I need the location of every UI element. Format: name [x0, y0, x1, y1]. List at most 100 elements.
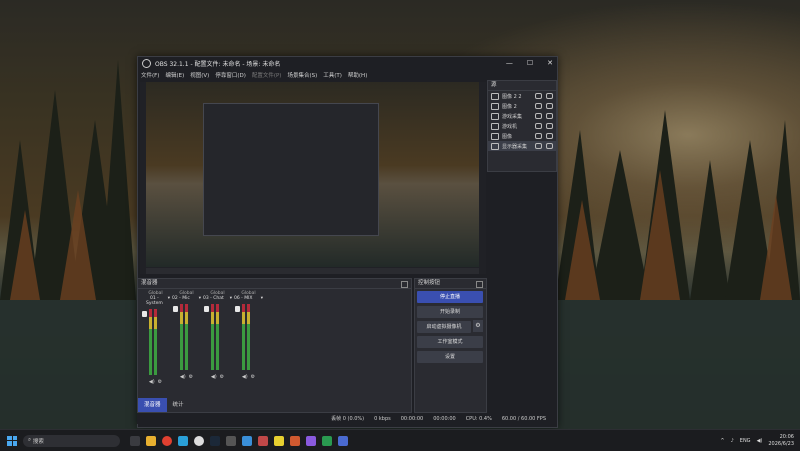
visibility-icon[interactable]: [535, 103, 542, 109]
preview-canvas[interactable]: [140, 82, 486, 274]
speaker-icon[interactable]: ◀): [149, 379, 155, 385]
edge-icon[interactable]: [178, 435, 188, 446]
undock-icon[interactable]: [476, 281, 483, 288]
app-icon[interactable]: [258, 435, 268, 446]
chevron-down-icon[interactable]: ▾: [168, 296, 170, 306]
mixer-channel: Global 06 - MIX ▾ ◀) ⚙: [234, 291, 263, 385]
preview-display: [146, 82, 479, 267]
tab-stats[interactable]: 统计: [167, 398, 190, 412]
start-record-button[interactable]: 开始录制: [417, 306, 483, 318]
menu-help[interactable]: 帮助(H): [348, 71, 367, 79]
lock-icon[interactable]: [546, 143, 553, 149]
volume-icon[interactable]: ◀): [757, 438, 763, 444]
menu-file[interactable]: 文件(F): [141, 71, 159, 79]
volume-slider[interactable]: [142, 311, 147, 317]
gear-icon[interactable]: ⚙: [473, 320, 483, 332]
lock-icon[interactable]: [546, 133, 553, 139]
language-indicator[interactable]: ENG: [740, 438, 751, 444]
virtual-camera-button[interactable]: 启动虚拟摄像机: [417, 321, 471, 333]
lock-icon[interactable]: [546, 93, 553, 99]
app-icon[interactable]: [306, 435, 316, 446]
system-tray: ^ ♪ ENG ◀) 20:06 2026/6/23: [720, 434, 800, 448]
mixer-channel: Global 03 - Chat ▾ ◀) ⚙: [203, 291, 232, 385]
source-item[interactable]: 游戏采集: [488, 111, 556, 121]
level-meter: [211, 304, 214, 370]
visibility-icon[interactable]: [535, 143, 542, 149]
volume-slider[interactable]: [204, 306, 209, 312]
app-icon[interactable]: [290, 435, 300, 446]
level-meter: [242, 304, 245, 370]
source-item[interactable]: 图像: [488, 131, 556, 141]
chevron-down-icon[interactable]: ▾: [261, 296, 263, 301]
settings-icon[interactable]: ⚙: [251, 374, 255, 380]
fps: 60.00 / 60.00 FPS: [501, 415, 546, 422]
speaker-icon[interactable]: ◀): [180, 374, 186, 380]
source-label: 游戏机: [502, 123, 518, 130]
settings-icon[interactable]: ⚙: [189, 374, 193, 380]
visibility-icon[interactable]: [535, 133, 542, 139]
title-bar: OBS 32.1.1 - 配置文件: 未命名 - 场景: 未命名 — ☐ ✕: [138, 57, 557, 69]
app-icon[interactable]: [242, 435, 252, 446]
settings-icon[interactable]: ⚙: [158, 379, 162, 385]
menu-profile[interactable]: 配置文件(P): [252, 71, 282, 79]
chevron-down-icon[interactable]: ▾: [230, 296, 232, 301]
app-icon[interactable]: [274, 435, 284, 446]
obs-taskbar-icon[interactable]: [194, 435, 204, 446]
menu-scene-collection[interactable]: 场景集合(S): [287, 71, 317, 79]
lock-icon[interactable]: [546, 113, 553, 119]
source-item[interactable]: 显示器采集: [488, 141, 556, 151]
studio-mode-button[interactable]: 工作室模式: [417, 336, 483, 348]
source-item[interactable]: 游戏机: [488, 121, 556, 131]
minimize-button[interactable]: —: [506, 59, 513, 67]
lock-icon[interactable]: [546, 123, 553, 129]
speaker-icon[interactable]: ◀): [211, 374, 217, 380]
clock[interactable]: 20:06 2026/6/23: [768, 434, 794, 448]
microphone-icon[interactable]: ♪: [731, 438, 734, 444]
app-icon[interactable]: [226, 435, 236, 446]
menu-tools[interactable]: 工具(T): [323, 71, 342, 79]
channel-name: 03 - Chat: [203, 296, 224, 301]
start-icon[interactable]: [7, 435, 17, 446]
chevron-up-icon[interactable]: ^: [720, 438, 724, 444]
visibility-icon[interactable]: [535, 123, 542, 129]
image-icon: [491, 102, 499, 110]
chrome-icon[interactable]: [162, 435, 172, 446]
visibility-icon[interactable]: [535, 93, 542, 99]
channel-name: 02 - Mic: [172, 296, 190, 301]
file-explorer-icon[interactable]: [146, 435, 156, 446]
mixer-header: 混音器: [138, 279, 411, 289]
clock-date: 2026/6/23: [768, 440, 794, 447]
speaker-icon[interactable]: ◀): [242, 374, 248, 380]
menu-edit[interactable]: 编辑(E): [165, 71, 184, 79]
task-view-icon[interactable]: [130, 435, 140, 446]
obs-logo-icon: [142, 58, 151, 68]
tab-mixer[interactable]: 混音器: [138, 398, 167, 412]
settings-icon[interactable]: ⚙: [220, 374, 224, 380]
source-item[interactable]: 图像 2 2: [488, 91, 556, 101]
menu-bar: 文件(F) 编辑(E) 视图(V) 停靠窗口(D) 配置文件(P) 场景集合(S…: [138, 69, 557, 80]
lock-icon[interactable]: [546, 103, 553, 109]
stream-time: 00:00:00: [400, 415, 424, 422]
stop-stream-button[interactable]: 停止直播: [417, 291, 483, 303]
steam-icon[interactable]: [210, 435, 220, 446]
controls-dock: 控制按钮 停止直播 开始录制 启动虚拟摄像机 ⚙ 工作室模式 设置: [414, 278, 487, 413]
settings-button[interactable]: 设置: [417, 351, 483, 363]
menu-docks[interactable]: 停靠窗口(D): [215, 71, 246, 79]
chevron-down-icon[interactable]: ▾: [199, 296, 201, 301]
undock-icon[interactable]: [401, 281, 408, 288]
controls-title: 控制按钮: [418, 280, 441, 286]
app-icon[interactable]: [322, 435, 332, 446]
maximize-button[interactable]: ☐: [527, 59, 533, 67]
volume-slider[interactable]: [235, 306, 240, 312]
app-icon[interactable]: [338, 435, 348, 446]
level-meter: [247, 304, 250, 370]
volume-slider[interactable]: [173, 306, 178, 312]
image-icon: [491, 92, 499, 100]
visibility-icon[interactable]: [535, 113, 542, 119]
close-button[interactable]: ✕: [547, 59, 553, 67]
level-meter: [216, 304, 219, 370]
taskbar-search[interactable]: ⌕ 搜索: [23, 434, 120, 447]
source-item[interactable]: 图像 2: [488, 101, 556, 111]
level-meter: [149, 309, 152, 375]
menu-view[interactable]: 视图(V): [190, 71, 209, 79]
